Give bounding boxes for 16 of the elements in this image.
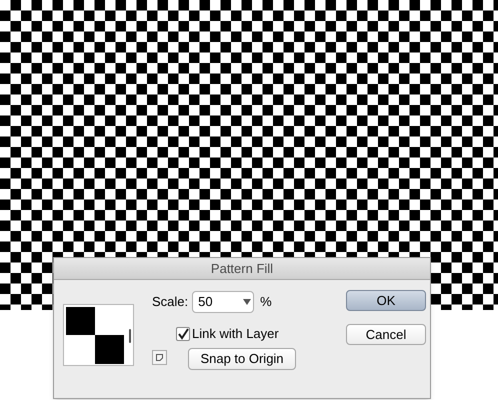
checkmark-icon: [177, 328, 189, 340]
pattern-options-button[interactable]: [152, 350, 167, 365]
link-with-layer-label: Link with Layer: [192, 325, 279, 343]
cancel-button[interactable]: Cancel: [346, 324, 426, 345]
pattern-preview[interactable]: [63, 304, 134, 366]
scale-label: Scale:: [152, 293, 188, 312]
page-icon: [156, 354, 163, 361]
scale-field[interactable]: 50: [192, 291, 254, 313]
scrollbar-thumb[interactable]: [129, 329, 131, 343]
checker-pattern-drawing: [66, 307, 124, 364]
ok-button[interactable]: OK: [346, 290, 426, 311]
percent-unit: %: [260, 293, 272, 312]
link-checkbox[interactable]: [176, 326, 190, 341]
dropdown-arrow-icon: [243, 299, 252, 305]
window-title: Pattern Fill: [210, 260, 274, 278]
snap-to-origin-button[interactable]: Snap to Origin: [188, 348, 296, 370]
